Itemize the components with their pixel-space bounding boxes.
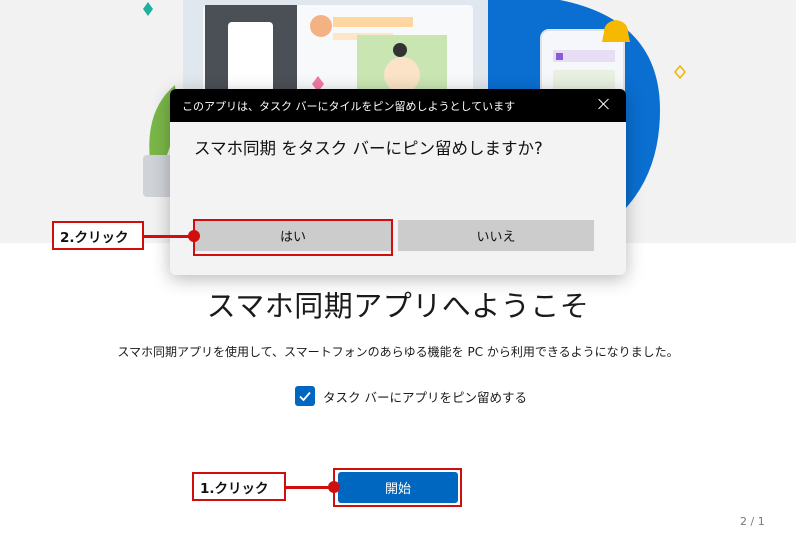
step1-callout-label: 1.クリック: [200, 480, 269, 497]
pin-taskbar-option: タスク バーにアプリをピン留めする: [295, 386, 527, 406]
page-description: スマホ同期アプリを使用して、スマートフォンのあらゆる機能を PC から利用できる…: [117, 345, 679, 359]
step2-connector: [144, 235, 194, 238]
step1-pointer-dot: [328, 481, 340, 493]
page-title: スマホ同期アプリへようこそ: [206, 289, 590, 323]
no-button[interactable]: いいえ: [398, 220, 594, 251]
step2-callout: 2.クリック: [52, 221, 144, 250]
dialog-titlebar: このアプリは、タスク バーにタイルをピン留めしようとしています: [170, 89, 626, 122]
dialog-title: このアプリは、タスク バーにタイルをピン留めしようとしています: [182, 100, 516, 113]
checkmark-icon: [299, 391, 311, 402]
close-icon[interactable]: [596, 96, 612, 112]
step2-pointer-dot: [188, 230, 200, 242]
step1-connector: [286, 486, 334, 489]
pin-checkbox[interactable]: [295, 386, 315, 406]
dialog-message: スマホ同期 をタスク バーにピン留めしますか?: [194, 139, 543, 158]
start-button-highlight: [333, 468, 462, 507]
pin-checkbox-label: タスク バーにアプリをピン留めする: [323, 389, 527, 405]
step2-callout-label: 2.クリック: [60, 229, 129, 246]
yes-button-highlight: [193, 219, 393, 256]
page-indicator: 2 / 1: [740, 515, 765, 528]
step1-callout: 1.クリック: [192, 472, 286, 501]
